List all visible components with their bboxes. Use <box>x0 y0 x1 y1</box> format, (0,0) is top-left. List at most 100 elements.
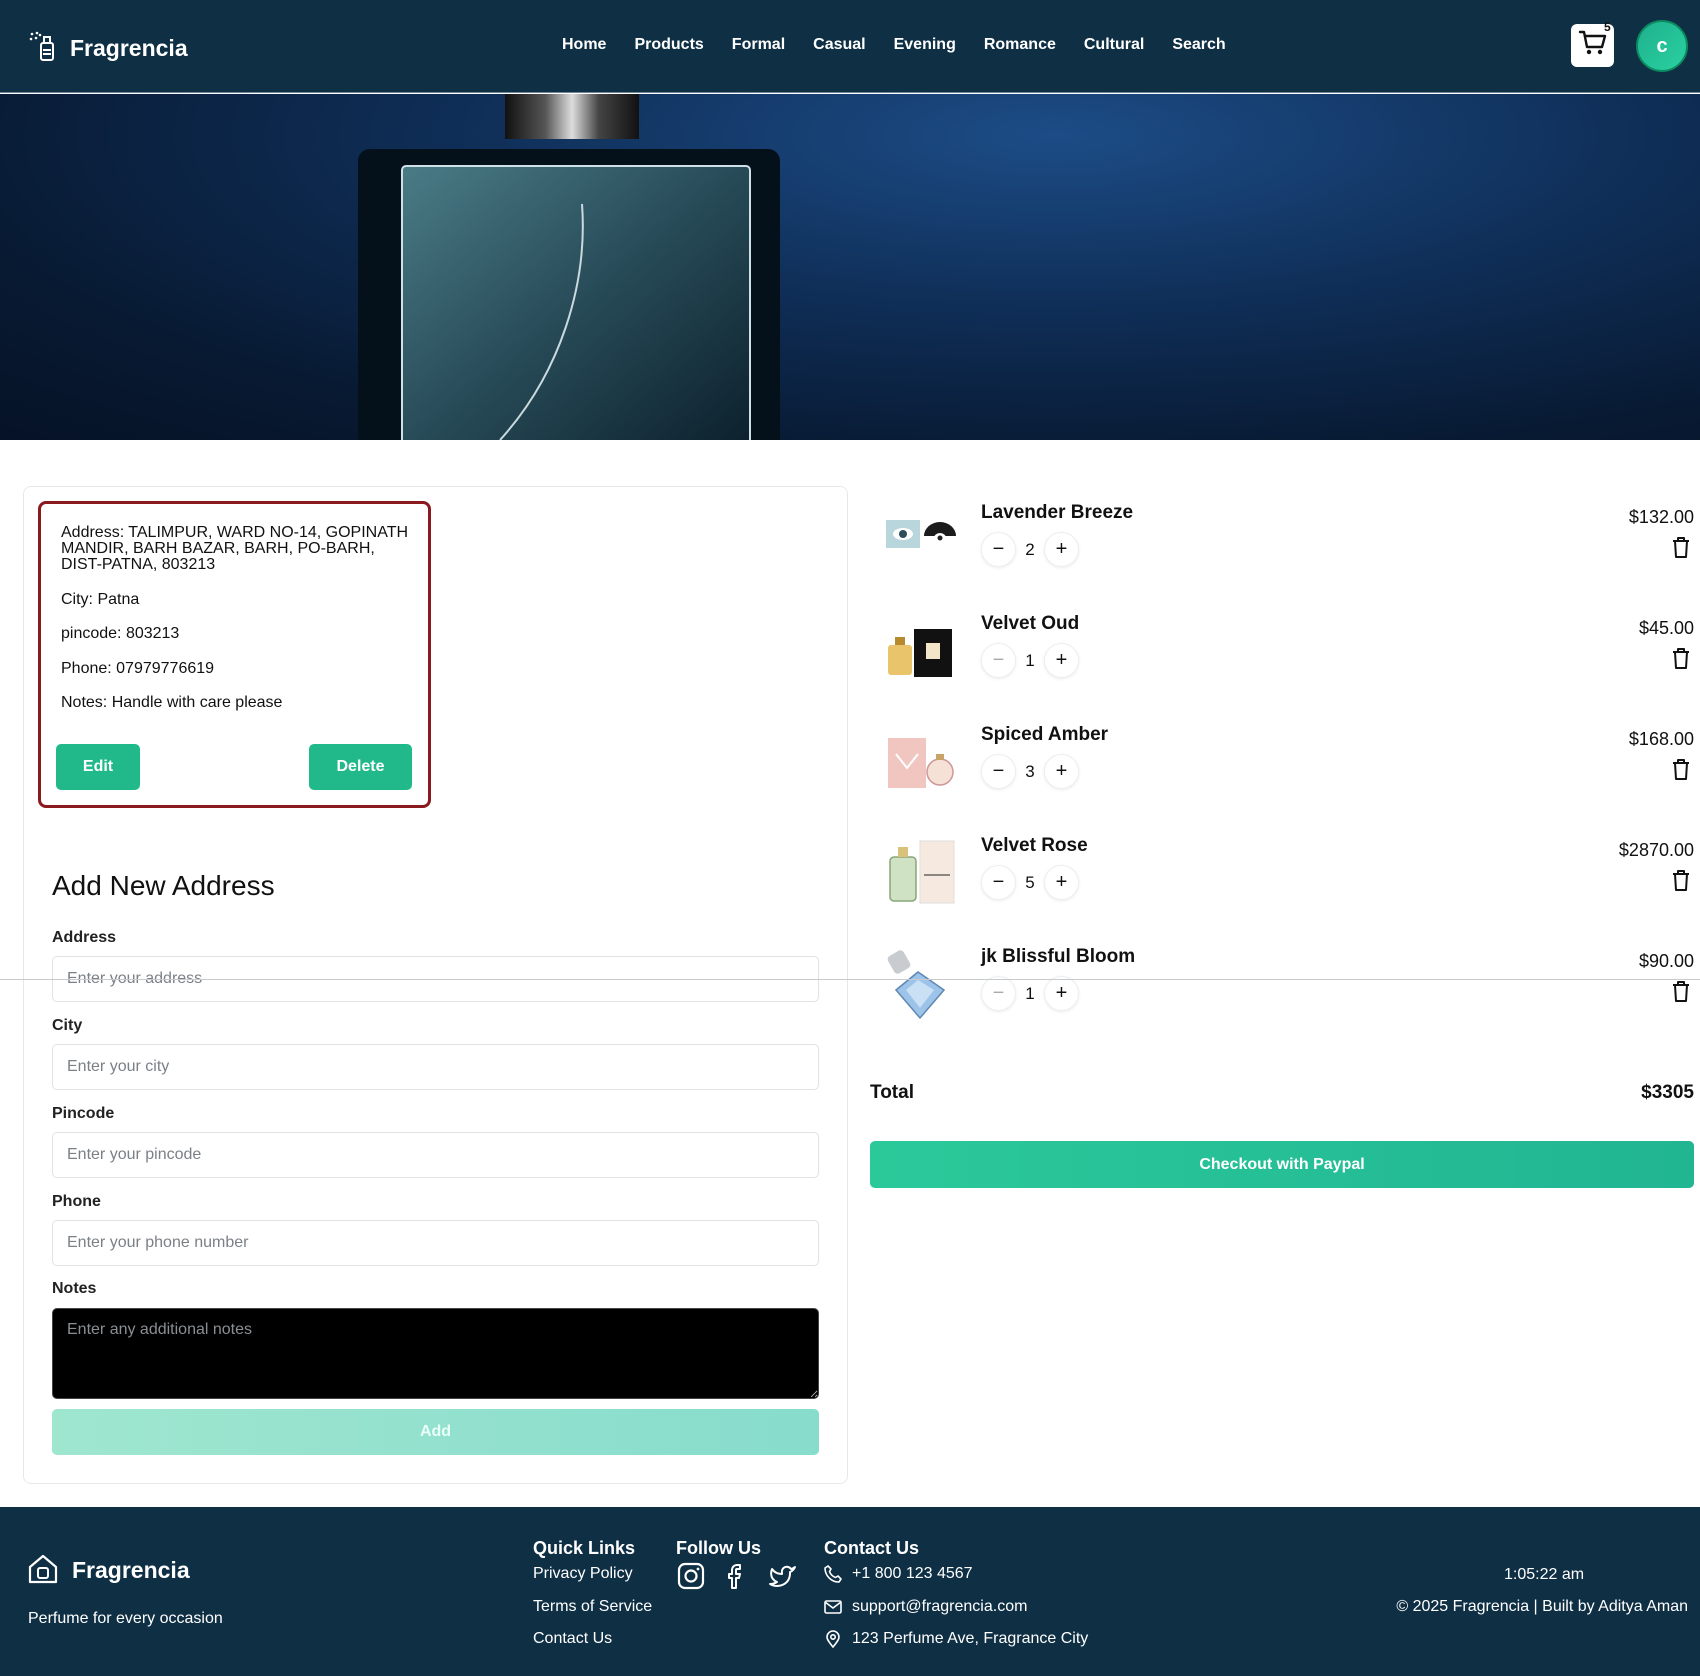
quick-links-title: Quick Links <box>533 1538 636 1558</box>
trash-icon[interactable] <box>1670 757 1692 781</box>
site-footer: Fragrencia Perfume for every occasion Qu… <box>0 1507 1700 1676</box>
nav-home[interactable]: Home <box>562 36 606 54</box>
increase-qty-button[interactable]: + <box>1044 865 1079 900</box>
nav-products[interactable]: Products <box>634 36 703 54</box>
contact-us-title: Contact Us <box>824 1538 920 1558</box>
cart-item-name: Spiced Amber <box>981 724 1109 745</box>
saved-address-line: Address: TALIMPUR, WARD NO-14, GOPINATH <box>61 524 409 541</box>
user-avatar[interactable]: c <box>1636 20 1688 72</box>
minus-icon: − <box>992 760 1005 782</box>
cart-item-name: Lavender Breeze <box>981 502 1134 523</box>
notes-label: Notes <box>52 1280 97 1297</box>
phone-icon <box>824 1565 842 1583</box>
contact-email: support@fragrencia.com <box>824 1598 1027 1616</box>
cart-item-price: $2870.00 <box>1618 840 1694 860</box>
velvet-rose-image <box>889 840 955 904</box>
quantity-stepper: − 5 + <box>981 865 1079 900</box>
footer-tagline: Perfume for every occasion <box>28 1610 223 1627</box>
footer-copyright: © 2025 Fragrencia | Built by Aditya Aman <box>1396 1598 1688 1615</box>
cart-item-qty: 5 <box>1025 872 1035 892</box>
trash-icon[interactable] <box>1670 868 1692 892</box>
delete-address-button[interactable]: Delete <box>309 744 412 790</box>
contact-address: 123 Perfume Ave, Fragrance City <box>824 1630 1088 1648</box>
nav-evening[interactable]: Evening <box>894 36 956 54</box>
add-address-button[interactable]: Add <box>52 1409 819 1455</box>
notes-textarea[interactable] <box>52 1308 819 1399</box>
velvet-oud-image <box>888 629 952 677</box>
cart-item: Lavender Breeze − 2 + $132.00 <box>870 502 1700 602</box>
saved-address-line-3: DIST-PATNA, 803213 <box>61 556 216 573</box>
cart-item: jk Blissful Bloom − 1 + $90.00 <box>870 946 1700 1046</box>
nav-formal[interactable]: Formal <box>732 36 785 54</box>
cart-item-price: $168.00 <box>1628 729 1694 749</box>
saved-address-notes: Notes: Handle with care please <box>61 694 283 711</box>
hero-banner <box>0 94 1700 440</box>
cart-count-badge: 5 <box>1604 20 1611 34</box>
decrease-qty-button[interactable]: − <box>981 643 1016 678</box>
brand-logo[interactable]: Fragrencia <box>28 30 188 67</box>
checkout-paypal-button[interactable]: Checkout with Paypal <box>870 1141 1694 1188</box>
decrease-qty-button[interactable]: − <box>981 976 1016 1011</box>
add-address-title: Add New Address <box>52 870 275 901</box>
lavender-breeze-image <box>886 520 956 548</box>
footer-link-privacy[interactable]: Privacy Policy <box>533 1565 633 1583</box>
footer-link-terms[interactable]: Terms of Service <box>533 1598 652 1616</box>
perfume-logo-icon <box>28 1554 58 1584</box>
pincode-input[interactable] <box>52 1132 819 1178</box>
top-navbar: Fragrencia Home Products Formal Casual E… <box>0 0 1700 93</box>
decrease-qty-button[interactable]: − <box>981 865 1016 900</box>
plus-icon: + <box>1055 649 1068 671</box>
phone-input[interactable] <box>52 1220 819 1266</box>
main-nav: Home Products Formal Casual Evening Roma… <box>562 36 1226 54</box>
instagram-icon[interactable] <box>676 1561 706 1591</box>
pincode-label: Pincode <box>52 1105 115 1122</box>
city-label: City <box>52 1017 83 1034</box>
footer-brand: Fragrencia <box>28 1554 190 1586</box>
nav-search[interactable]: Search <box>1172 36 1225 54</box>
cart-item-qty: 1 <box>1025 983 1035 1003</box>
blissful-bloom-image <box>887 950 946 1020</box>
twitter-icon[interactable] <box>767 1561 797 1591</box>
city-input[interactable] <box>52 1044 819 1090</box>
increase-qty-button[interactable]: + <box>1044 532 1079 567</box>
mail-icon <box>824 1600 842 1614</box>
plus-icon: + <box>1055 871 1068 893</box>
cart-item-price: $132.00 <box>1628 507 1694 527</box>
plus-icon: + <box>1055 760 1068 782</box>
trash-icon[interactable] <box>1670 646 1692 670</box>
cart-icon <box>1578 29 1608 62</box>
contact-email-text: support@fragrencia.com <box>852 1598 1028 1615</box>
cart-item: Velvet Rose − 5 + $2870.00 <box>870 835 1700 935</box>
facebook-icon[interactable] <box>722 1561 752 1591</box>
follow-us-title: Follow Us <box>676 1538 761 1558</box>
location-pin-icon <box>826 1630 840 1648</box>
minus-icon: − <box>992 649 1005 671</box>
total-label: Total <box>870 1082 914 1103</box>
nav-romance[interactable]: Romance <box>984 36 1056 54</box>
minus-icon: − <box>992 871 1005 893</box>
contact-phone: +1 800 123 4567 <box>824 1565 973 1583</box>
cart-item-price: $90.00 <box>1638 951 1694 971</box>
cart-item-name: jk Blissful Bloom <box>981 946 1136 967</box>
increase-qty-button[interactable]: + <box>1044 976 1079 1011</box>
footer-link-contact[interactable]: Contact Us <box>533 1630 612 1648</box>
plus-icon: + <box>1055 538 1068 560</box>
plus-icon: + <box>1055 982 1068 1004</box>
decrease-qty-button[interactable]: − <box>981 532 1016 567</box>
increase-qty-button[interactable]: + <box>1044 754 1079 789</box>
edit-address-button[interactable]: Edit <box>56 744 140 790</box>
cart-item-name: Velvet Oud <box>981 613 1080 634</box>
nav-cultural[interactable]: Cultural <box>1084 36 1144 54</box>
total-value: $3305 <box>1641 1082 1694 1103</box>
phone-label: Phone <box>52 1193 101 1210</box>
cart-item-price: $45.00 <box>1638 618 1694 638</box>
decrease-qty-button[interactable]: − <box>981 754 1016 789</box>
increase-qty-button[interactable]: + <box>1044 643 1079 678</box>
footer-brand-name: Fragrencia <box>72 1556 190 1583</box>
trash-icon[interactable] <box>1670 979 1692 1003</box>
saved-address-city: City: Patna <box>61 591 140 608</box>
cart-item-qty: 2 <box>1025 539 1035 559</box>
cart-item-name: Velvet Rose <box>981 835 1088 856</box>
nav-casual[interactable]: Casual <box>813 36 865 54</box>
trash-icon[interactable] <box>1670 535 1692 559</box>
